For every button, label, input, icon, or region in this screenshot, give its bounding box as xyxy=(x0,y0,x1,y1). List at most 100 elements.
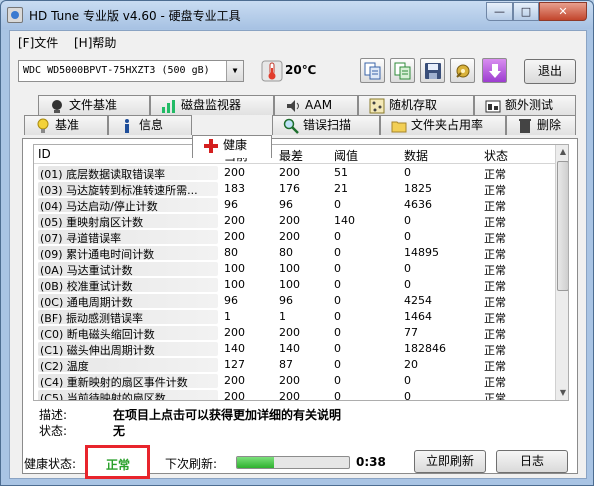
row-data: 0 xyxy=(404,278,411,291)
title-bar[interactable]: HD Tune 专业版 v4.60 - 硬盘专业工具 — □ ✕ xyxy=(1,1,593,29)
row-id-label: (C4) 重新映射的扇区事件计数 xyxy=(38,374,218,389)
copy-all-icon xyxy=(394,62,411,80)
tab-aam[interactable]: AAM xyxy=(274,95,358,115)
tab-random-access[interactable]: 随机存取 xyxy=(358,95,474,115)
table-row[interactable]: (BF) 振动感测错误率 1 1 0 1464 正常 xyxy=(34,309,555,325)
row-worst: 87 xyxy=(279,358,293,371)
scroll-down-icon[interactable]: ▼ xyxy=(556,386,568,400)
col-threshold[interactable]: 阈值 xyxy=(334,147,358,164)
row-worst: 200 xyxy=(279,214,300,227)
thermometer-icon xyxy=(260,59,284,83)
col-data[interactable]: 数据 xyxy=(404,147,428,164)
col-id[interactable]: ID xyxy=(38,147,51,161)
copy-all-button[interactable] xyxy=(390,58,415,83)
save-icon xyxy=(425,63,441,79)
copy-info-button[interactable] xyxy=(360,58,385,83)
table-row[interactable]: (03) 马达旋转到标准转速所需... 183 176 21 1825 正常 xyxy=(34,181,555,197)
tab-error-scan[interactable]: 错误扫描 xyxy=(272,115,380,135)
row-threshold: 0 xyxy=(334,358,341,371)
row-threshold: 0 xyxy=(334,230,341,243)
tab-erase[interactable]: 删除 xyxy=(506,115,576,135)
options-button[interactable] xyxy=(450,58,475,83)
save-button[interactable] xyxy=(420,58,445,83)
drive-select[interactable]: WDC WD5000BPVT-75HXZT3 (500 gB) ▼ xyxy=(18,60,244,82)
table-row[interactable]: (01) 底层数据读取错误率 200 200 51 0 正常 xyxy=(34,165,555,181)
row-data: 0 xyxy=(404,230,411,243)
description-value: 在项目上点击可以获得更加详细的有关说明 xyxy=(113,408,342,422)
row-id: (C0) 断电磁头缩回计数 xyxy=(38,326,218,341)
tab-label: 文件夹占用率 xyxy=(411,118,484,132)
tab-file-benchmark[interactable]: 文件基准 xyxy=(38,95,150,115)
tab-label: 文件基准 xyxy=(69,98,118,112)
menu-help[interactable]: [H]帮助 xyxy=(74,34,116,51)
row-data: 0 xyxy=(404,374,411,387)
col-worst[interactable]: 最差 xyxy=(279,147,303,164)
row-data: 0 xyxy=(404,262,411,275)
log-button[interactable]: 日志 xyxy=(496,450,568,473)
erase-icon xyxy=(517,118,533,134)
random-access-icon xyxy=(369,98,385,114)
row-id: (04) 马达启动/停止计数 xyxy=(38,198,218,213)
state-value: 无 xyxy=(113,424,126,438)
refresh-now-button[interactable]: 立即刷新 xyxy=(414,450,486,473)
scroll-thumb[interactable] xyxy=(557,161,568,291)
tab-label: 信息 xyxy=(139,118,164,132)
maximize-button[interactable]: □ xyxy=(513,2,539,21)
row-status: 正常 xyxy=(484,264,506,277)
tab-benchmark[interactable]: 基准 xyxy=(24,115,108,135)
row-current: 200 xyxy=(224,326,245,339)
table-row[interactable]: (07) 寻道错误率 200 200 0 0 正常 xyxy=(34,229,555,245)
health-cross-icon xyxy=(203,138,219,154)
tab-info[interactable]: 信息 xyxy=(108,115,192,135)
table-row[interactable]: (0C) 通电周期计数 96 96 0 4254 正常 xyxy=(34,293,555,309)
tab-extra-tests[interactable]: 额外测试 xyxy=(474,95,576,115)
row-status: 正常 xyxy=(484,328,506,341)
table-row[interactable]: (C0) 断电磁头缩回计数 200 200 0 77 正常 xyxy=(34,325,555,341)
toolbar: WDC WD5000BPVT-75HXZT3 (500 gB) ▼ 20℃ 退出 xyxy=(10,53,586,89)
copy-icon xyxy=(364,62,381,80)
download-button[interactable] xyxy=(482,58,507,83)
folder-usage-icon xyxy=(391,118,407,134)
row-worst: 1 xyxy=(279,310,286,323)
row-id: (09) 累计通电时间计数 xyxy=(38,246,218,261)
vertical-scrollbar[interactable]: ▲ ▼ xyxy=(555,145,568,400)
row-status: 正常 xyxy=(484,200,506,213)
table-row[interactable]: (C4) 重新映射的扇区事件计数 200 200 0 0 正常 xyxy=(34,373,555,389)
app-icon xyxy=(7,7,23,23)
row-worst: 200 xyxy=(279,374,300,387)
row-threshold: 0 xyxy=(334,262,341,275)
row-id: (0A) 马达重试计数 xyxy=(38,262,218,277)
window-title: HD Tune 专业版 v4.60 - 硬盘专业工具 xyxy=(29,9,241,23)
tab-disk-monitor[interactable]: 磁盘监视器 xyxy=(150,95,274,115)
table-row[interactable]: (0B) 校准重试计数 100 100 0 0 正常 xyxy=(34,277,555,293)
row-id-label: (C1) 磁头伸出周期计数 xyxy=(38,342,218,357)
tab-health[interactable]: 健康 xyxy=(192,135,272,158)
table-row[interactable]: (05) 重映射扇区计数 200 200 140 0 正常 xyxy=(34,213,555,229)
table-row[interactable]: (C5) 当前待映射的扇区数 200 200 0 0 正常 xyxy=(34,389,555,401)
menu-file[interactable]: [F]文件 xyxy=(18,34,58,51)
row-status: 正常 xyxy=(484,280,506,293)
row-id: (01) 底层数据读取错误率 xyxy=(38,166,218,181)
row-data: 77 xyxy=(404,326,418,339)
exit-button[interactable]: 退出 xyxy=(524,59,576,84)
row-id-label: (07) 寻道错误率 xyxy=(38,230,218,245)
tab-folder-usage[interactable]: 文件夹占用率 xyxy=(380,115,506,135)
col-status[interactable]: 状态 xyxy=(484,147,508,164)
minimize-button[interactable]: — xyxy=(486,2,513,21)
tab-label: 额外测试 xyxy=(505,98,554,112)
table-row[interactable]: (04) 马达启动/停止计数 96 96 0 4636 正常 xyxy=(34,197,555,213)
row-status: 正常 xyxy=(484,392,506,401)
refresh-progress-fill xyxy=(237,457,274,468)
row-worst: 80 xyxy=(279,246,293,259)
row-threshold: 0 xyxy=(334,294,341,307)
table-row[interactable]: (0A) 马达重试计数 100 100 0 0 正常 xyxy=(34,261,555,277)
close-button[interactable]: ✕ xyxy=(539,2,587,21)
tab-label: 删除 xyxy=(537,118,562,132)
table-row[interactable]: (09) 累计通电时间计数 80 80 0 14895 正常 xyxy=(34,245,555,261)
table-row[interactable]: (C1) 磁头伸出周期计数 140 140 0 182846 正常 xyxy=(34,341,555,357)
chevron-down-icon[interactable]: ▼ xyxy=(226,61,243,81)
next-refresh-label: 下次刷新: xyxy=(165,457,218,471)
table-body: (01) 底层数据读取错误率 200 200 51 0 正常 (03) 马达旋转到标准转速所… xyxy=(34,165,555,401)
table-row[interactable]: (C2) 温度 127 87 0 20 正常 xyxy=(34,357,555,373)
scroll-up-icon[interactable]: ▲ xyxy=(556,145,568,159)
